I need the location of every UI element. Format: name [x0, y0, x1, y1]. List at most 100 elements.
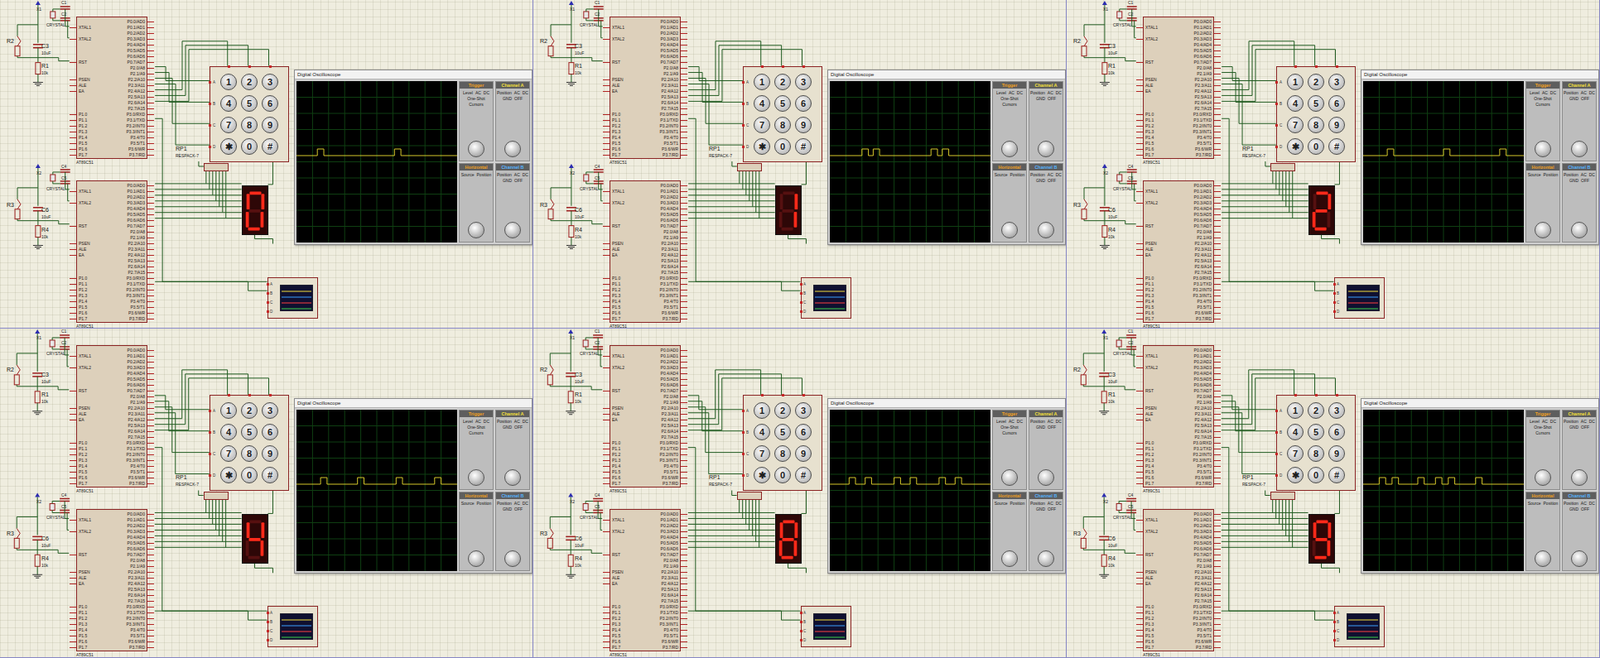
- control-option[interactable]: GND: [1569, 424, 1579, 430]
- control-option[interactable]: GND: [1036, 424, 1046, 430]
- knob-icon[interactable]: [467, 469, 485, 487]
- knob-icon[interactable]: [1534, 550, 1552, 568]
- control-option[interactable]: GND: [502, 178, 512, 184]
- keypad-key[interactable]: 8: [240, 445, 258, 463]
- keypad-key[interactable]: 1: [753, 402, 771, 420]
- keypad-key[interactable]: 0: [774, 467, 791, 484]
- keypad-key[interactable]: ✱: [1286, 467, 1304, 484]
- keypad-key[interactable]: 7: [1286, 116, 1304, 134]
- control-option[interactable]: Level: [462, 419, 473, 425]
- control-option[interactable]: OFF: [1580, 424, 1590, 430]
- knob-icon[interactable]: [467, 221, 485, 239]
- control-option[interactable]: DC: [522, 419, 529, 425]
- keypad-key[interactable]: 0: [1307, 138, 1325, 155]
- control-option[interactable]: OFF: [514, 424, 523, 430]
- control-option[interactable]: One-Shot: [467, 424, 485, 430]
- control-option[interactable]: OFF: [1047, 96, 1056, 102]
- control-option[interactable]: DC: [1589, 90, 1596, 96]
- keypad-key[interactable]: 6: [795, 424, 812, 441]
- keypad-key[interactable]: 9: [261, 445, 279, 463]
- keypad-key[interactable]: 7: [1286, 445, 1304, 463]
- control-option[interactable]: AC: [1047, 172, 1054, 178]
- control-option[interactable]: AC: [1542, 419, 1548, 425]
- control-option[interactable]: Source: [1527, 501, 1542, 507]
- keypad-key[interactable]: 4: [753, 95, 771, 112]
- knob-icon[interactable]: [1001, 221, 1018, 239]
- keypad-key[interactable]: ✱: [1286, 138, 1304, 155]
- control-option[interactable]: Position: [496, 172, 512, 178]
- keypad-key[interactable]: 2: [240, 402, 258, 420]
- control-option[interactable]: One-Shot: [1000, 424, 1018, 430]
- keypad-key[interactable]: #: [795, 138, 812, 155]
- keypad-key[interactable]: 1: [220, 73, 237, 91]
- keypad-key[interactable]: 7: [220, 445, 237, 463]
- control-option[interactable]: Position: [496, 419, 512, 425]
- control-option[interactable]: GND: [502, 96, 512, 102]
- control-option[interactable]: GND: [1036, 506, 1046, 512]
- keypad-key[interactable]: 0: [240, 467, 258, 484]
- keypad-key[interactable]: 5: [774, 424, 791, 441]
- control-option[interactable]: Position: [477, 172, 492, 178]
- keypad-key[interactable]: 5: [1307, 424, 1325, 441]
- control-option[interactable]: Position: [496, 90, 512, 96]
- control-option[interactable]: AC: [514, 501, 521, 507]
- keypad-key[interactable]: 8: [1307, 445, 1325, 463]
- control-option[interactable]: AC: [1580, 501, 1587, 507]
- keypad-key[interactable]: ✱: [220, 138, 237, 155]
- control-option[interactable]: AC: [475, 419, 482, 425]
- control-option[interactable]: Position: [477, 501, 492, 507]
- knob-icon[interactable]: [504, 550, 521, 568]
- keypad-key[interactable]: 2: [774, 73, 791, 91]
- knob-icon[interactable]: [1001, 140, 1018, 158]
- control-option[interactable]: GND: [502, 506, 512, 512]
- keypad-key[interactable]: 0: [1307, 467, 1325, 484]
- keypad-key[interactable]: 8: [1307, 116, 1325, 134]
- keypad-key[interactable]: 9: [261, 116, 279, 134]
- control-option[interactable]: DC: [483, 90, 490, 96]
- control-option[interactable]: GND: [1569, 178, 1579, 184]
- keypad-key[interactable]: 0: [774, 138, 791, 155]
- control-option[interactable]: DC: [1055, 419, 1062, 425]
- control-option[interactable]: OFF: [514, 506, 523, 512]
- keypad-key[interactable]: 7: [753, 116, 771, 134]
- keypad-key[interactable]: 9: [795, 116, 812, 134]
- control-option[interactable]: Cursors: [1535, 430, 1551, 436]
- knob-icon[interactable]: [1001, 469, 1018, 487]
- keypad-key[interactable]: 3: [1328, 402, 1345, 420]
- control-option[interactable]: Source: [461, 501, 475, 507]
- keypad-key[interactable]: 2: [1307, 73, 1325, 91]
- control-option[interactable]: GND: [1569, 506, 1579, 512]
- control-option[interactable]: AC: [1047, 501, 1054, 507]
- keypad-key[interactable]: ✱: [220, 467, 237, 484]
- keypad-key[interactable]: 5: [240, 424, 258, 441]
- keypad-key[interactable]: 9: [1328, 116, 1345, 134]
- control-option[interactable]: DC: [1055, 90, 1062, 96]
- keypad-key[interactable]: 1: [1286, 73, 1304, 91]
- knob-icon[interactable]: [1571, 469, 1588, 487]
- control-option[interactable]: Position: [1030, 90, 1046, 96]
- control-option[interactable]: GND: [502, 424, 512, 430]
- keypad-key[interactable]: 2: [774, 402, 791, 420]
- keypad-key[interactable]: ✱: [753, 467, 771, 484]
- keypad-key[interactable]: 7: [220, 116, 237, 134]
- keypad-key[interactable]: 1: [1286, 402, 1304, 420]
- keypad-key[interactable]: 1: [753, 73, 771, 91]
- control-option[interactable]: One-Shot: [467, 96, 485, 102]
- control-option[interactable]: OFF: [1047, 178, 1056, 184]
- keypad-key[interactable]: 0: [240, 138, 258, 155]
- control-option[interactable]: DC: [522, 501, 529, 507]
- control-option[interactable]: AC: [1008, 419, 1015, 425]
- control-option[interactable]: OFF: [1047, 506, 1056, 512]
- knob-icon[interactable]: [1571, 550, 1588, 568]
- keypad-key[interactable]: 3: [1328, 73, 1345, 91]
- knob-icon[interactable]: [1534, 221, 1552, 239]
- keypad-key[interactable]: 6: [1328, 95, 1345, 112]
- control-option[interactable]: GND: [1569, 96, 1579, 102]
- control-option[interactable]: Position: [1030, 419, 1046, 425]
- keypad-key[interactable]: 9: [795, 445, 812, 463]
- control-option[interactable]: AC: [1542, 90, 1548, 96]
- keypad-key[interactable]: 3: [261, 73, 279, 91]
- control-option[interactable]: DC: [1055, 501, 1062, 507]
- knob-icon[interactable]: [1571, 140, 1588, 158]
- keypad-key[interactable]: 8: [240, 116, 258, 134]
